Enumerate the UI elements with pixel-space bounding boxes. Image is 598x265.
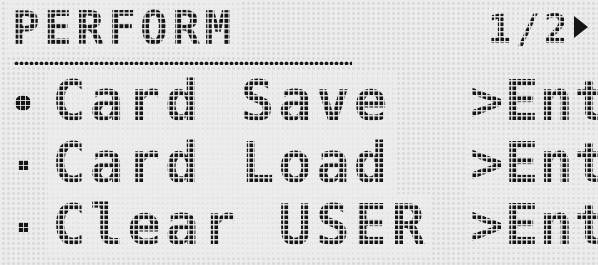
menu-item-clear-user[interactable]: Clear USER >Ent: [0, 193, 598, 260]
title-underline: [14, 61, 352, 65]
enter-action-label: >Ent: [466, 70, 598, 134]
enter-action-label: >Ent: [466, 194, 598, 258]
menu-item-label: Clear USER: [47, 193, 434, 258]
bullet-icon: [18, 222, 28, 232]
screen-title: PERFORM: [7, 1, 241, 57]
page-indicator: 1/2: [483, 6, 577, 54]
bullet-icon: [18, 160, 28, 170]
menu-item-label: Card Load: [47, 131, 396, 196]
menu-item-card-save[interactable]: Card Save >Ent: [0, 69, 598, 136]
menu-item-card-load[interactable]: Card Load >Ent: [0, 131, 598, 198]
enter-action-label: >Ent: [466, 132, 598, 196]
right-arrow-icon[interactable]: [574, 16, 588, 38]
lcd-display: PERFORM 1/2 Card Save >Ent Card Load >En…: [0, 0, 598, 265]
menu-item-label: Card Save: [47, 69, 396, 134]
selection-cursor-icon: [15, 95, 31, 111]
